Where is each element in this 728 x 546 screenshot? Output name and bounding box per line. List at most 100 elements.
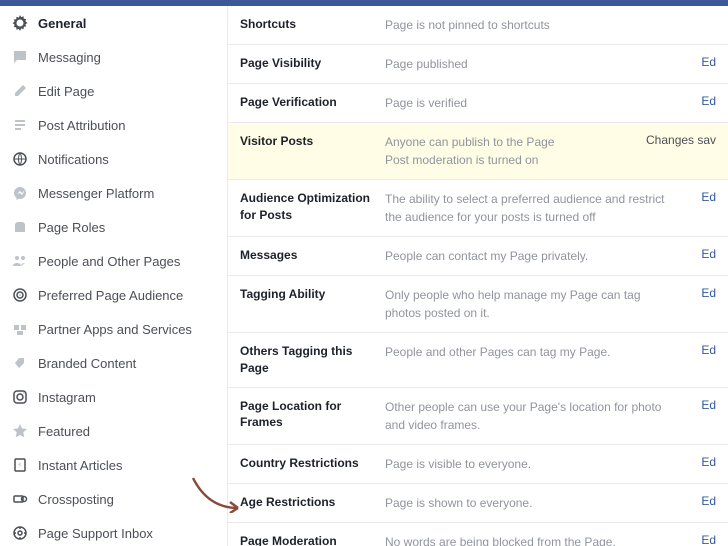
sidebar-item-label: People and Other Pages [38, 254, 180, 269]
edit-link-text: Ed [701, 247, 716, 261]
edit-link-text: Ed [701, 94, 716, 108]
setting-description: Page is shown to everyone. [385, 494, 680, 512]
target-icon [12, 287, 28, 303]
sidebar-item-general[interactable]: General [0, 6, 227, 40]
setting-description: Anyone can publish to the PagePost moder… [385, 133, 646, 169]
globe-icon [12, 151, 28, 167]
edit-link[interactable]: Changes save [646, 133, 716, 169]
sidebar-item-preferred-page-audience[interactable]: Preferred Page Audience [0, 278, 227, 312]
setting-label: Page Moderation [240, 533, 385, 546]
setting-label: Country Restrictions [240, 455, 385, 473]
edit-link-text: Ed [701, 343, 716, 357]
edit-link-text: Ed [701, 533, 716, 546]
sidebar-item-edit-page[interactable]: Edit Page [0, 74, 227, 108]
setting-label: Others Tagging this Page [240, 343, 385, 377]
setting-description: The ability to select a preferred audien… [385, 190, 680, 226]
attribution-icon [12, 117, 28, 133]
messenger-icon [12, 185, 28, 201]
setting-description: Page is visible to everyone. [385, 455, 680, 473]
instant-icon [12, 457, 28, 473]
sidebar-item-label: Crossposting [38, 492, 114, 507]
message-icon [12, 49, 28, 65]
setting-row-others-tagging-this-page: Others Tagging this PagePeople and other… [228, 333, 728, 388]
setting-row-tagging-ability: Tagging AbilityOnly people who help mana… [228, 276, 728, 333]
sidebar-item-post-attribution[interactable]: Post Attribution [0, 108, 227, 142]
annotation-arrow [188, 473, 248, 516]
edit-link[interactable]: Ed [680, 398, 716, 434]
sidebar-item-page-support-inbox[interactable]: Page Support Inbox [0, 516, 227, 546]
edit-link[interactable] [680, 16, 716, 34]
sidebar-item-notifications[interactable]: Notifications [0, 142, 227, 176]
sidebar-item-label: Page Roles [38, 220, 105, 235]
setting-description: Page published [385, 55, 680, 73]
edit-link-text: Ed [701, 286, 716, 300]
gear-icon [12, 15, 28, 31]
sidebar-item-label: Notifications [38, 152, 109, 167]
people-icon [12, 253, 28, 269]
edit-icon [12, 83, 28, 99]
sidebar-item-label: Instant Articles [38, 458, 123, 473]
edit-link-text: Changes save [646, 133, 716, 147]
setting-label: Page Location for Frames [240, 398, 385, 434]
edit-link-text: Ed [701, 455, 716, 469]
sidebar-item-partner-apps-and-services[interactable]: Partner Apps and Services [0, 312, 227, 346]
sidebar-item-label: Messaging [38, 50, 101, 65]
sidebar-item-featured[interactable]: Featured [0, 414, 227, 448]
sidebar-item-messaging[interactable]: Messaging [0, 40, 227, 74]
sidebar-item-page-roles[interactable]: Page Roles [0, 210, 227, 244]
edit-link[interactable]: Ed [680, 286, 716, 322]
main-panel: ShortcutsPage is not pinned to shortcuts… [228, 6, 728, 546]
setting-label: Age Restrictions [240, 494, 385, 512]
setting-label: Shortcuts [240, 16, 385, 34]
setting-label: Page Visibility [240, 55, 385, 73]
edit-link-text: Ed [701, 494, 716, 508]
sidebar-item-label: Featured [38, 424, 90, 439]
setting-row-country-restrictions: Country RestrictionsPage is visible to e… [228, 445, 728, 484]
sidebar-item-label: Messenger Platform [38, 186, 154, 201]
setting-row-messages: MessagesPeople can contact my Page priva… [228, 237, 728, 276]
setting-description: No words are being blocked from the Page… [385, 533, 680, 546]
sidebar-item-instagram[interactable]: Instagram [0, 380, 227, 414]
sidebar-item-messenger-platform[interactable]: Messenger Platform [0, 176, 227, 210]
sidebar-item-label: Partner Apps and Services [38, 322, 192, 337]
setting-label: Page Verification [240, 94, 385, 112]
sidebar-item-label: Post Attribution [38, 118, 125, 133]
edit-link[interactable]: Ed [680, 343, 716, 377]
setting-description: Only people who help manage my Page can … [385, 286, 680, 322]
setting-label: Messages [240, 247, 385, 265]
setting-row-page-location-for-frames: Page Location for FramesOther people can… [228, 388, 728, 445]
setting-description: People and other Pages can tag my Page. [385, 343, 680, 377]
partner-icon [12, 321, 28, 337]
roles-icon [12, 219, 28, 235]
container: General Messaging Edit Page Post Attributio… [0, 6, 728, 546]
instagram-icon [12, 389, 28, 405]
branded-icon [12, 355, 28, 371]
edit-link-text: Ed [701, 190, 716, 204]
setting-description: Other people can use your Page's locatio… [385, 398, 680, 434]
setting-description: Page is not pinned to shortcuts [385, 16, 680, 34]
edit-link[interactable]: Ed [680, 55, 716, 73]
setting-row-visitor-posts: Visitor PostsAnyone can publish to the P… [228, 123, 728, 180]
setting-label: Visitor Posts [240, 133, 385, 169]
setting-row-audience-optimization-for-posts: Audience Optimization for PostsThe abili… [228, 180, 728, 237]
sidebar-item-label: General [38, 16, 86, 31]
edit-link[interactable]: Ed [680, 494, 716, 512]
setting-row-shortcuts: ShortcutsPage is not pinned to shortcuts [228, 6, 728, 45]
edit-link-text: Ed [701, 398, 716, 412]
setting-description: People can contact my Page privately. [385, 247, 680, 265]
support-icon [12, 525, 28, 541]
edit-link[interactable]: Ed [680, 533, 716, 546]
setting-description: Page is verified [385, 94, 680, 112]
edit-link[interactable]: Ed [680, 94, 716, 112]
sidebar-item-label: Edit Page [38, 84, 94, 99]
setting-row-age-restrictions: Age RestrictionsPage is shown to everyon… [228, 484, 728, 523]
edit-link[interactable]: Ed [680, 455, 716, 473]
setting-label: Tagging Ability [240, 286, 385, 322]
edit-link[interactable]: Ed [680, 247, 716, 265]
edit-link[interactable]: Ed [680, 190, 716, 226]
sidebar-item-label: Page Support Inbox [38, 526, 153, 541]
sidebar: General Messaging Edit Page Post Attributio… [0, 6, 228, 546]
sidebar-item-branded-content[interactable]: Branded Content [0, 346, 227, 380]
sidebar-item-people-and-other-pages[interactable]: People and Other Pages [0, 244, 227, 278]
sidebar-item-label: Preferred Page Audience [38, 288, 183, 303]
